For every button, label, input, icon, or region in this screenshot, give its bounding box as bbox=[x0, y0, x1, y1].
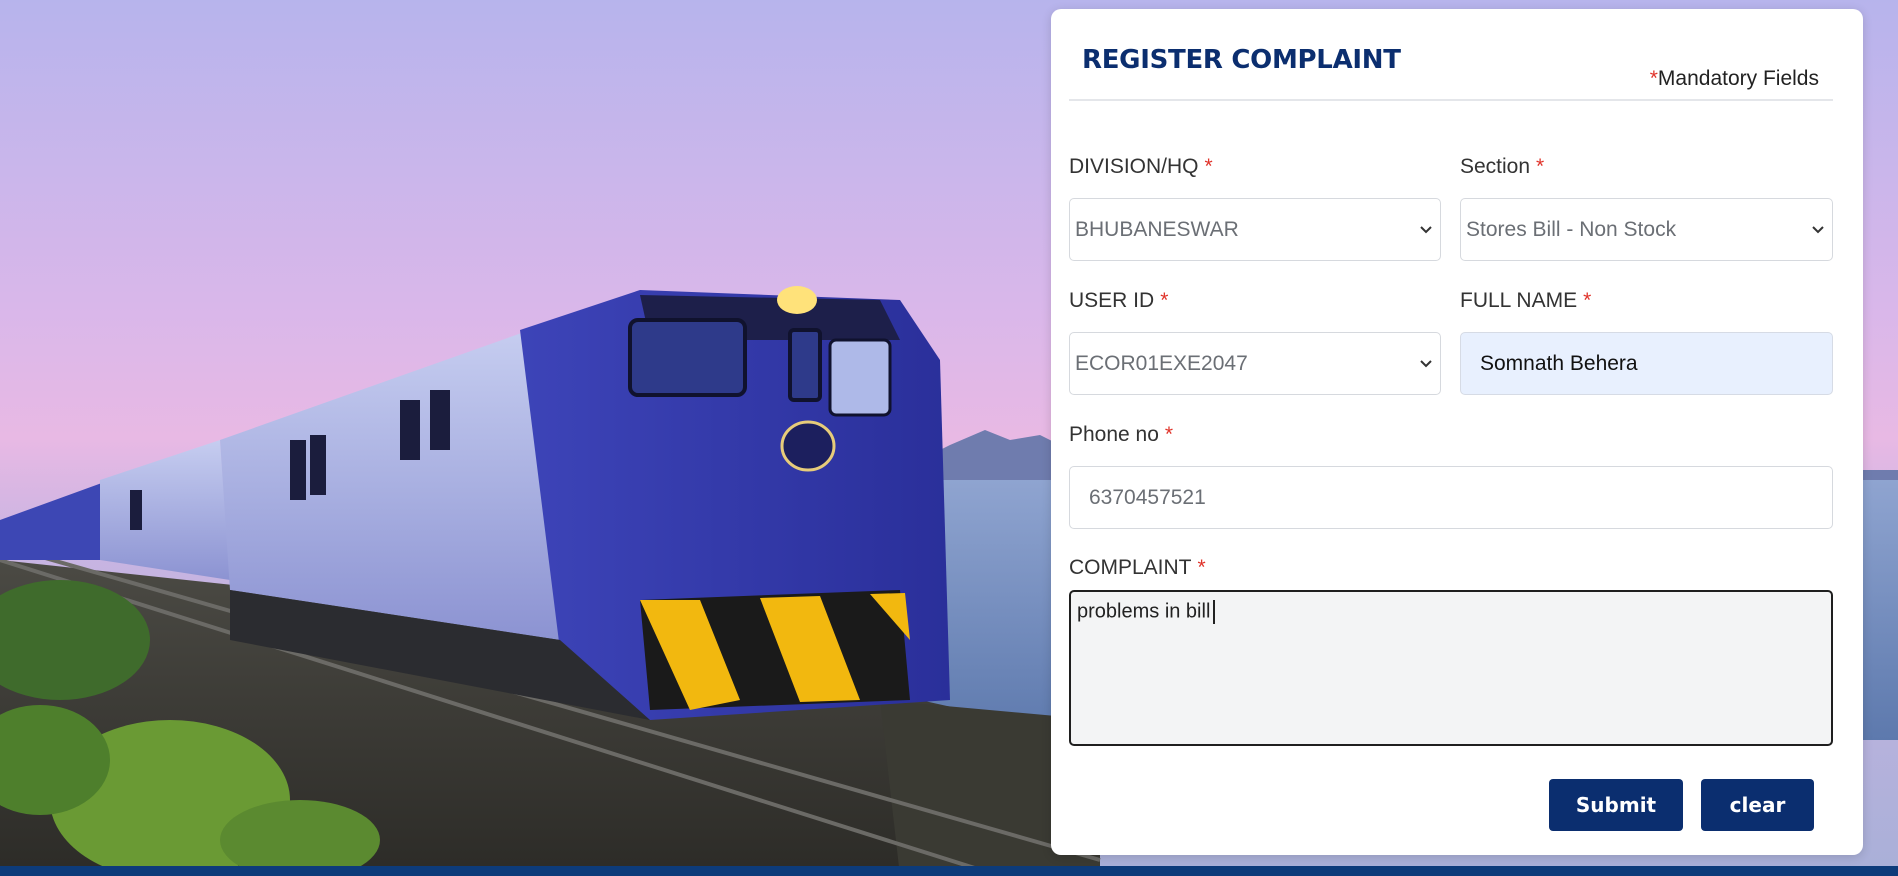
complaint-textarea[interactable]: problems in bill bbox=[1069, 590, 1833, 746]
complaint-value: problems in bill bbox=[1077, 600, 1211, 623]
chevron-down-icon bbox=[1412, 198, 1440, 261]
required-asterisk: * bbox=[1197, 556, 1206, 579]
chevron-down-icon bbox=[1412, 332, 1440, 395]
section-label: Section * bbox=[1460, 155, 1544, 179]
required-asterisk: * bbox=[1536, 155, 1545, 178]
user-id-select[interactable]: ECOR01EXE2047 bbox=[1069, 332, 1441, 395]
clear-button[interactable]: clear bbox=[1701, 779, 1814, 831]
user-id-value: ECOR01EXE2047 bbox=[1075, 351, 1248, 375]
phone-input[interactable]: 6370457521 bbox=[1069, 466, 1833, 529]
division-value: BHUBANESWAR bbox=[1075, 217, 1239, 241]
complaint-form-card: REGISTER COMPLAINT *Mandatory Fields DIV… bbox=[1051, 9, 1863, 855]
division-select[interactable]: BHUBANESWAR bbox=[1069, 198, 1441, 261]
division-label-text: DIVISION/HQ bbox=[1069, 155, 1199, 178]
section-select[interactable]: Stores Bill - Non Stock bbox=[1460, 198, 1833, 261]
required-asterisk: * bbox=[1583, 289, 1592, 312]
required-asterisk: * bbox=[1649, 67, 1658, 90]
phone-value: 6370457521 bbox=[1089, 485, 1206, 509]
mandatory-fields-note: *Mandatory Fields bbox=[1650, 67, 1819, 91]
text-caret bbox=[1213, 600, 1215, 624]
required-asterisk: * bbox=[1164, 423, 1174, 446]
phone-label-text: Phone no bbox=[1069, 423, 1159, 446]
full-name-label-text: FULL NAME bbox=[1460, 289, 1578, 312]
mandatory-fields-text: Mandatory Fields bbox=[1657, 67, 1819, 90]
required-asterisk: * bbox=[1204, 155, 1213, 178]
submit-button[interactable]: Submit bbox=[1549, 779, 1683, 831]
page-title: REGISTER COMPLAINT bbox=[1082, 45, 1401, 75]
required-asterisk: * bbox=[1160, 289, 1169, 312]
complaint-label-text: COMPLAINT bbox=[1069, 556, 1192, 579]
footer-strip bbox=[0, 866, 1898, 876]
form-header: REGISTER COMPLAINT *Mandatory Fields bbox=[1069, 9, 1833, 101]
chevron-down-icon bbox=[1804, 198, 1832, 261]
section-label-text: Section bbox=[1460, 155, 1531, 178]
division-label: DIVISION/HQ * bbox=[1069, 155, 1213, 179]
user-id-label: USER ID * bbox=[1069, 289, 1168, 313]
section-value: Stores Bill - Non Stock bbox=[1466, 217, 1677, 241]
phone-label: Phone no * bbox=[1069, 423, 1173, 447]
full-name-label: FULL NAME * bbox=[1460, 289, 1591, 313]
full-name-input[interactable]: Somnath Behera bbox=[1460, 332, 1833, 395]
user-id-label-text: USER ID bbox=[1069, 289, 1155, 312]
full-name-value: Somnath Behera bbox=[1480, 351, 1638, 375]
complaint-label: COMPLAINT * bbox=[1069, 556, 1206, 580]
